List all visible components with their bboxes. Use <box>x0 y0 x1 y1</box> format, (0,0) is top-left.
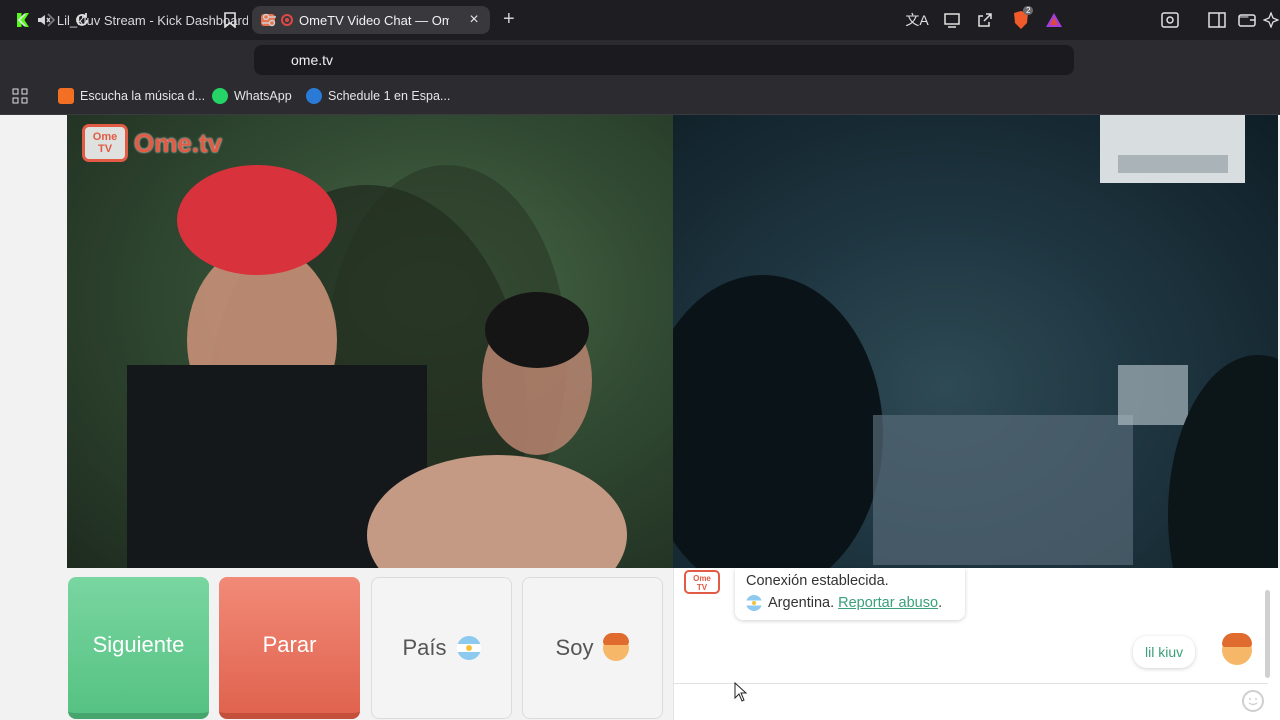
country-filter-button[interactable]: País <box>371 577 512 719</box>
address-bar[interactable] <box>254 45 1074 75</box>
soundcloud-icon <box>58 88 74 104</box>
screenshot-icon <box>1161 12 1179 28</box>
connection-status-text: Conexión establecida. <box>746 573 889 589</box>
brave-rewards-button[interactable] <box>1042 8 1066 32</box>
local-video <box>67 115 673 568</box>
logo-tv-line1: Ome <box>92 131 118 143</box>
mouse-cursor-icon <box>734 682 748 702</box>
cast-icon <box>944 13 960 28</box>
country-label: País <box>402 635 447 660</box>
system-message: Conexión establecida. Argentina. Reporta… <box>735 568 965 620</box>
report-abuse-link[interactable]: Reportar abuso <box>838 595 938 611</box>
remote-video <box>673 115 1278 568</box>
apps-button[interactable] <box>8 84 32 108</box>
brave-shields-button[interactable]: 2 <box>1009 6 1034 32</box>
share-button[interactable] <box>973 8 997 32</box>
recording-icon <box>281 14 293 26</box>
sidebar-toggle-button[interactable] <box>1205 8 1229 32</box>
reload-button[interactable] <box>70 8 94 32</box>
bookmark-whatsapp[interactable]: WhatsApp <box>212 86 292 106</box>
tab-ometv[interactable]: OmeTV Video Chat — Omegl × <box>252 6 490 34</box>
partner-country-line: Argentina. Reportar abuso . <box>746 595 942 611</box>
bookmark-page-button[interactable] <box>218 8 242 32</box>
chat-input-divider <box>673 683 1268 684</box>
gender-select-button[interactable]: Soy <box>522 577 663 719</box>
wallet-button[interactable] <box>1235 8 1259 32</box>
whatsapp-icon <box>212 88 228 104</box>
leo-ai-button[interactable] <box>1262 8 1280 32</box>
chat-avatar-line1: Ome <box>693 574 711 583</box>
chat-scrollbar[interactable] <box>1265 590 1270 678</box>
share-icon <box>978 13 992 27</box>
ometv-tv-logo-icon: Ome TV <box>82 124 128 162</box>
next-label: Siguiente <box>92 632 185 657</box>
site-info-button[interactable] <box>257 8 281 32</box>
user-message: lil kiuv <box>1133 636 1196 668</box>
site-settings-icon <box>262 13 276 27</box>
ometv-chat-avatar-icon: Ome TV <box>684 570 720 594</box>
screenshot-button[interactable] <box>1158 8 1182 32</box>
user-avatar-icon <box>1222 633 1252 665</box>
rewards-triangle-icon <box>1046 13 1062 27</box>
logo-tv-line2: TV <box>97 143 113 155</box>
ometv-logo: Ome TV Ome.tv <box>82 124 222 162</box>
local-video-scene <box>127 165 627 568</box>
url-text[interactable]: ome.tv <box>291 52 333 68</box>
logo-text: Ome.tv <box>134 127 223 158</box>
apps-grid-icon <box>12 88 28 104</box>
remote-video-scene <box>673 115 1278 568</box>
bookmark-soundcloud[interactable]: Escucha la música d... <box>58 86 205 106</box>
next-button[interactable]: Siguiente <box>68 577 209 719</box>
partner-country: Argentina. <box>768 595 835 611</box>
report-suffix: . <box>938 595 943 611</box>
chat-avatar-line2: TV <box>696 583 708 592</box>
new-tab-button[interactable]: + <box>503 9 515 29</box>
boy-face-icon <box>603 633 630 661</box>
reload-icon <box>76 13 88 26</box>
sidebar-icon <box>1208 12 1226 28</box>
bookmark-schedule1[interactable]: Schedule 1 en Espa... <box>306 86 450 106</box>
translate-icon: 文A <box>905 12 929 28</box>
chat-input[interactable] <box>680 686 1235 718</box>
close-tab-icon[interactable]: × <box>466 12 482 28</box>
argentina-flag-icon <box>456 636 481 660</box>
gender-label: Soy <box>555 635 594 660</box>
bookmark-icon <box>224 12 236 28</box>
tab-title: OmeTV Video Chat — Omegl <box>299 12 449 28</box>
steam-icon <box>306 88 322 104</box>
argentina-flag-icon <box>746 595 762 611</box>
emoji-button[interactable] <box>1242 690 1264 712</box>
forward-arrow-icon <box>47 13 56 27</box>
translate-button[interactable]: 文A <box>905 8 929 32</box>
back-button[interactable] <box>10 8 34 32</box>
bookmark-label: Escucha la música d... <box>80 89 206 103</box>
bookmark-label: WhatsApp <box>234 89 292 103</box>
shields-badge: 2 <box>1023 6 1034 15</box>
bookmark-label: Schedule 1 en Espa... <box>328 89 451 103</box>
forward-button[interactable] <box>39 8 63 32</box>
wallet-icon <box>1238 14 1256 27</box>
stop-button[interactable]: Parar <box>219 577 360 719</box>
sparkle-icon <box>1263 12 1279 28</box>
back-arrow-icon <box>17 13 26 27</box>
stop-label: Parar <box>262 632 317 657</box>
smiley-icon <box>1248 698 1258 706</box>
cast-button[interactable] <box>940 8 964 32</box>
